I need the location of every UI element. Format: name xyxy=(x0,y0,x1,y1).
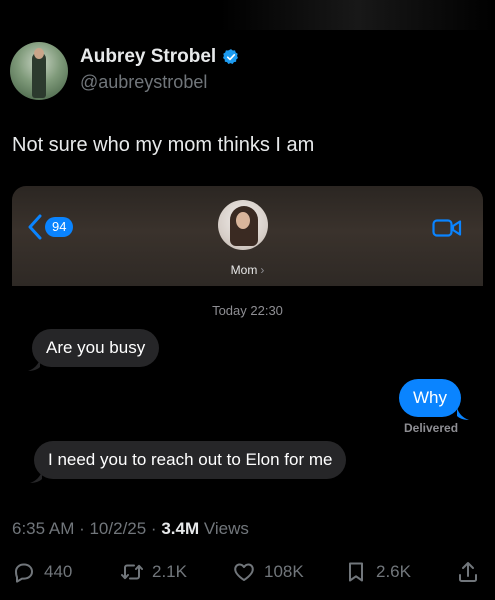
avatar-head xyxy=(34,48,44,59)
tweet-meta: 6:35 AM · 10/2/25 · 3.4M Views xyxy=(12,519,249,539)
message-bubble-outgoing: Why xyxy=(399,379,461,417)
tweet-page: Aubrey Strobel @aubreystrobel Not sure w… xyxy=(0,0,495,600)
like-count: 108K xyxy=(264,562,304,581)
like-button[interactable]: 108K xyxy=(232,560,304,584)
reply-button[interactable]: 440 xyxy=(12,560,72,584)
imessage-header: 94 Mom › xyxy=(12,186,483,286)
views-label: Views xyxy=(199,519,249,538)
repost-button[interactable]: 2.1K xyxy=(120,560,187,584)
author-avatar[interactable] xyxy=(10,42,68,100)
author-name[interactable]: Aubrey Strobel xyxy=(80,46,216,68)
message-bubble-incoming: I need you to reach out to Elon for me xyxy=(34,441,347,479)
top-fade xyxy=(220,0,495,30)
author-handle[interactable]: @aubreystrobel xyxy=(80,72,207,93)
bubble-tail xyxy=(28,359,40,371)
reply-icon xyxy=(15,563,33,583)
attached-screenshot[interactable]: 94 Mom › Today 22:30 Are you busy Why Del… xyxy=(12,186,483,496)
share-button[interactable] xyxy=(456,560,480,584)
views-count: 3.4M xyxy=(161,519,200,538)
unread-badge: 94 xyxy=(45,217,74,237)
bubble-tail xyxy=(457,408,469,420)
contact-photo-face xyxy=(236,212,250,229)
bookmark-count: 2.6K xyxy=(376,562,411,581)
contact-name: Mom › xyxy=(12,263,483,277)
video-camera-icon xyxy=(432,219,462,237)
author-name-row: Aubrey Strobel xyxy=(80,46,240,68)
verified-badge-icon xyxy=(223,49,239,64)
message-timestamp: Today 22:30 xyxy=(212,303,283,318)
tweet-text: Not sure who my mom thinks I am xyxy=(12,134,315,156)
bubble-tail xyxy=(30,471,42,483)
repost-count: 2.1K xyxy=(152,562,187,581)
reply-count: 440 xyxy=(44,562,73,581)
back-button: 94 xyxy=(28,214,74,240)
bookmark-icon xyxy=(349,562,363,582)
chevron-left-icon xyxy=(28,214,42,240)
message-bubble-incoming: Are you busy xyxy=(32,329,160,367)
repost-icon xyxy=(121,564,143,580)
share-icon xyxy=(459,562,477,582)
bookmark-button[interactable]: 2.6K xyxy=(344,560,411,584)
action-bar: 440 2.1K 108K 2.6K xyxy=(0,560,495,590)
heart-icon xyxy=(234,563,254,581)
contact-photo xyxy=(218,200,268,250)
chevron-right-icon: › xyxy=(260,263,265,277)
delivered-status: Delivered xyxy=(404,421,459,435)
tweet-time[interactable]: 6:35 AM · 10/2/25 · xyxy=(12,519,161,538)
contact-name-text: Mom xyxy=(230,263,258,277)
